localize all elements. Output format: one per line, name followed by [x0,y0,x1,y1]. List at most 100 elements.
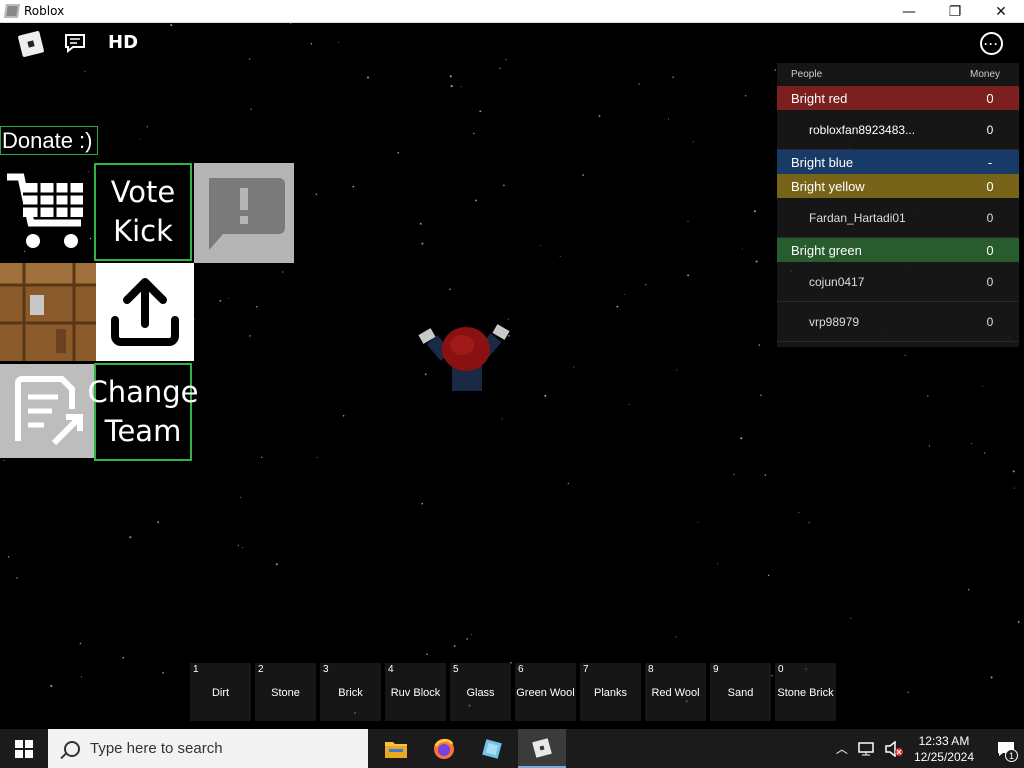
shop-button[interactable] [0,163,98,261]
team-money: 0 [986,178,994,194]
star [315,193,318,196]
star [240,496,242,498]
player-money: 0 [986,122,994,137]
star [260,456,263,458]
folder-icon [385,741,407,758]
player-row[interactable]: robloxfan8923483... 0 [777,110,1019,150]
search-icon [64,740,80,757]
hotbar-slot[interactable]: 2 Stone [255,663,316,721]
taskbar-search[interactable]: Type here to search [48,729,368,768]
star [352,185,355,188]
roblox-player-app[interactable] [518,729,566,768]
star [129,536,132,539]
team-row-bright-red[interactable]: Bright red 0 [777,86,1019,110]
hotbar-slot-number: 7 [583,664,589,675]
player-character [418,324,510,391]
star [717,563,719,565]
hotbar-slot[interactable]: 9 Sand [710,663,771,721]
start-button[interactable] [0,729,48,768]
player-row[interactable]: Fardan_Hartadi01 0 [777,198,1019,238]
star [984,452,986,454]
restore-button[interactable]: ❐ [932,0,978,23]
hotbar-slot[interactable]: 7 Planks [580,663,641,721]
more-menu-icon[interactable]: ··· [980,32,1003,55]
star [250,108,252,110]
roblox-icon [532,737,552,758]
star [753,210,756,213]
star [744,95,747,97]
star [774,69,776,71]
star [228,297,230,299]
hotbar-slot-label: Stone [271,687,300,699]
close-button[interactable]: ✕ [978,0,1024,23]
star [471,633,472,635]
star [767,574,770,577]
star [170,24,173,27]
star [79,642,82,645]
star [638,83,640,85]
action-center-button[interactable]: 1 [988,729,1024,768]
player-row[interactable]: cojun0417 0 [777,262,1019,302]
game-viewport[interactable]: HD ··· People Money Bright red 0 robloxf… [0,23,1024,729]
volume-muted-icon[interactable] [884,740,904,757]
chat-icon[interactable] [64,33,86,53]
people-column-header: People [791,69,823,80]
team-row-bright-yellow[interactable]: Bright yellow 0 [777,174,1019,198]
firefox-app[interactable] [420,729,468,768]
player-row[interactable]: vrp98979 0 [777,302,1019,342]
star [421,502,424,505]
hotbar-slot[interactable]: 6 Green Wool [515,663,576,721]
hotbar-slot[interactable]: 8 Red Wool [645,663,706,721]
hotbar-slot[interactable]: 4 Ruv Block [385,663,446,721]
file-explorer-app[interactable] [372,729,420,768]
roblox-studio-app[interactable] [468,729,516,768]
star [927,395,929,397]
star [421,242,424,245]
star [624,293,626,295]
hotbar-slot[interactable]: 0 Stone Brick [775,663,836,721]
roblox-app-icon [4,4,20,18]
hotbar-slot[interactable]: 1 Dirt [190,663,251,721]
change-team-button[interactable]: Change Team [87,363,199,461]
team-name: Bright red [791,90,848,106]
star [397,151,400,154]
team-row-bright-green[interactable]: Bright green 0 [777,238,1019,262]
team-row-bright-blue[interactable]: Bright blue - [777,150,1019,174]
star [255,306,258,308]
report-button[interactable] [194,163,294,263]
crafting-button[interactable] [0,263,98,361]
taskbar-clock[interactable]: 12:33 AM 12/25/2024 [914,733,974,765]
star [3,459,5,461]
star [237,544,240,547]
donate-button[interactable]: Donate :) [0,126,98,155]
star [366,76,370,79]
star [567,482,569,485]
chevron-up-icon[interactable]: ︿ [836,740,848,757]
vote-kick-label: Vote Kick [110,174,176,248]
star [764,474,767,476]
hotbar-slot[interactable]: 3 Brick [320,663,381,721]
star [248,58,251,60]
hotbar-slot[interactable]: 5 Glass [450,663,511,721]
network-icon[interactable] [858,741,876,757]
star [760,394,762,397]
star [559,255,561,257]
change-team-label: Change Team [87,374,199,448]
star [503,184,505,187]
star [968,589,970,591]
star [460,86,462,88]
vote-kick-button[interactable]: Vote Kick [94,163,192,261]
star [505,59,507,61]
star [758,344,761,346]
star [539,244,541,246]
hotbar-slot-number: 4 [388,664,394,675]
star [755,260,758,263]
notes-button[interactable] [0,364,96,458]
upload-button[interactable] [96,263,194,361]
hotbar-slot-label: Brick [338,687,363,699]
minimize-button[interactable]: — [886,0,932,23]
hotbar-slot-label: Ruv Block [390,687,441,699]
hd-admin-icon[interactable]: HD [108,32,138,53]
star [426,653,428,656]
hotbar-slot-number: 5 [453,664,459,675]
